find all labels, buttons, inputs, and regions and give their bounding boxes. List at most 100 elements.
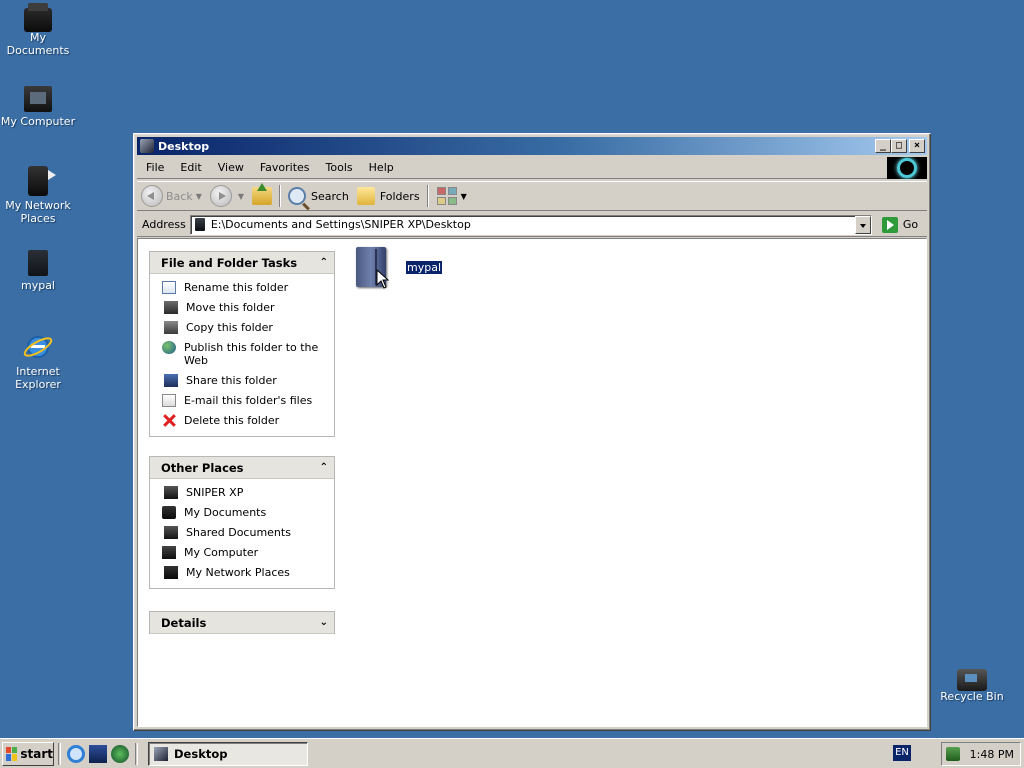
chevron-down-icon[interactable]: ⌄ bbox=[320, 617, 328, 628]
task-publish-folder[interactable]: Publish this folder to the Web bbox=[162, 341, 326, 367]
tray-app-icon[interactable] bbox=[946, 747, 960, 761]
task-label: Desktop bbox=[174, 746, 228, 761]
recycle-bin-icon bbox=[957, 669, 987, 691]
quicklaunch-media-player-icon[interactable] bbox=[111, 744, 129, 763]
taskbar-button-desktop[interactable]: Desktop bbox=[148, 741, 308, 766]
desktop-icon-label: My Documents bbox=[6, 31, 70, 57]
desktop-icon-label: Recycle Bin bbox=[940, 690, 1004, 703]
search-button[interactable]: Search bbox=[284, 183, 353, 209]
pane-header[interactable]: Other Places ⌃ bbox=[150, 457, 334, 479]
move-icon bbox=[164, 301, 178, 314]
task-label: Publish this folder to the Web bbox=[184, 341, 319, 367]
back-arrow-icon bbox=[141, 185, 163, 207]
task-share-folder[interactable]: Share this folder bbox=[162, 374, 326, 387]
taskbar-separator bbox=[58, 742, 61, 765]
taskbar: start Desktop EN 1:48 PM bbox=[0, 738, 1024, 768]
task-delete-folder[interactable]: Delete this folder bbox=[162, 414, 326, 427]
desktop-icon-recycle-bin[interactable]: Recycle Bin bbox=[934, 665, 1010, 703]
menu-view[interactable]: View bbox=[210, 161, 252, 174]
menu-edit[interactable]: Edit bbox=[172, 161, 209, 174]
task-label: Delete this folder bbox=[184, 414, 280, 427]
start-button[interactable]: start bbox=[2, 741, 54, 766]
go-label: Go bbox=[902, 218, 919, 231]
rename-icon bbox=[162, 281, 176, 294]
address-field[interactable]: E:\Documents and Settings\SNIPER XP\Desk… bbox=[189, 214, 872, 235]
file-folder-tasks-pane: File and Folder Tasks ⌃ Rename this fold… bbox=[149, 251, 335, 437]
up-folder-icon bbox=[252, 183, 273, 205]
pane-title: Details bbox=[161, 615, 207, 630]
menu-tools[interactable]: Tools bbox=[318, 161, 361, 174]
task-copy-folder[interactable]: Copy this folder bbox=[162, 321, 326, 334]
back-button[interactable]: Back ▼ bbox=[137, 183, 206, 209]
network-places-icon bbox=[164, 566, 178, 579]
chevron-up-icon[interactable]: ⌃ bbox=[320, 257, 328, 268]
language-indicator[interactable]: EN bbox=[893, 745, 911, 761]
maximize-button[interactable]: □ bbox=[891, 139, 907, 153]
clock[interactable]: 1:48 PM bbox=[970, 748, 1014, 761]
desktop-icon-my-computer[interactable]: My Computer bbox=[0, 86, 76, 128]
menu-file[interactable]: File bbox=[137, 161, 172, 174]
place-label: My Documents bbox=[184, 506, 267, 519]
desktop-icon-label: mypal bbox=[20, 279, 55, 292]
task-move-folder[interactable]: Move this folder bbox=[162, 301, 326, 314]
views-button[interactable]: ▼ bbox=[432, 183, 471, 209]
quicklaunch-show-desktop-icon[interactable] bbox=[89, 744, 107, 763]
place-label: My Network Places bbox=[186, 566, 290, 579]
title-bar[interactable]: Desktop _ □ × bbox=[137, 137, 927, 155]
place-my-network-places[interactable]: My Network Places bbox=[162, 566, 326, 579]
forward-button[interactable]: ▼ bbox=[206, 183, 248, 209]
folder-content-area[interactable]: File and Folder Tasks ⌃ Rename this fold… bbox=[137, 238, 927, 727]
minimize-button[interactable]: _ bbox=[875, 139, 891, 153]
task-label: Rename this folder bbox=[184, 281, 289, 294]
copy-icon bbox=[164, 321, 178, 334]
drive-icon bbox=[164, 486, 178, 499]
desktop-icon-label: Internet Explorer bbox=[15, 365, 61, 391]
taskbar-separator bbox=[135, 742, 138, 765]
desktop-icon-label: My Network Places bbox=[5, 199, 71, 225]
place-sniper-xp[interactable]: SNIPER XP bbox=[162, 486, 326, 499]
file-item-mypal[interactable]: mypal bbox=[356, 247, 444, 287]
my-documents-icon bbox=[24, 3, 52, 32]
globe-icon bbox=[162, 341, 176, 354]
address-dropdown-button[interactable] bbox=[854, 215, 871, 234]
folder-icon bbox=[194, 218, 205, 231]
task-email-files[interactable]: E-mail this folder's files bbox=[162, 394, 326, 407]
desktop-icon-mypal[interactable]: mypal bbox=[0, 250, 76, 292]
task-label: Copy this folder bbox=[186, 321, 273, 334]
pane-header[interactable]: Details ⌄ bbox=[150, 612, 334, 634]
forward-arrow-icon bbox=[209, 185, 232, 207]
toolbar-separator bbox=[279, 185, 282, 207]
quicklaunch-ie-icon[interactable] bbox=[67, 744, 85, 763]
pane-header[interactable]: File and Folder Tasks ⌃ bbox=[150, 252, 334, 274]
task-rename-folder[interactable]: Rename this folder bbox=[162, 281, 326, 294]
place-label: Shared Documents bbox=[186, 526, 291, 539]
menu-favorites[interactable]: Favorites bbox=[252, 161, 318, 174]
window-icon bbox=[154, 746, 168, 761]
place-my-computer[interactable]: My Computer bbox=[162, 546, 326, 559]
my-computer-icon bbox=[24, 86, 52, 112]
menu-help[interactable]: Help bbox=[361, 161, 402, 174]
email-icon bbox=[162, 394, 176, 407]
chevron-up-icon[interactable]: ⌃ bbox=[320, 462, 328, 473]
standard-toolbar: Back ▼ ▼ Search Folders ▼ bbox=[137, 181, 927, 211]
close-button[interactable]: × bbox=[909, 139, 925, 153]
desktop-icon-label: My Computer bbox=[0, 115, 76, 128]
file-name: mypal bbox=[404, 259, 444, 275]
views-icon bbox=[436, 186, 458, 206]
folders-button[interactable]: Folders bbox=[353, 183, 424, 209]
task-label: Move this folder bbox=[186, 301, 275, 314]
up-folder-button[interactable] bbox=[248, 183, 276, 209]
delete-icon bbox=[162, 414, 176, 427]
window-title: Desktop bbox=[158, 139, 210, 153]
desktop-icon-my-network-places[interactable]: My Network Places bbox=[0, 166, 76, 225]
start-label: start bbox=[20, 746, 53, 761]
desktop-icon-my-documents[interactable]: My Documents bbox=[0, 3, 76, 57]
chevron-down-icon: ▼ bbox=[460, 191, 467, 201]
place-my-documents[interactable]: My Documents bbox=[162, 506, 326, 519]
go-button[interactable]: Go bbox=[878, 215, 922, 235]
details-pane: Details ⌄ bbox=[149, 611, 335, 634]
place-shared-documents[interactable]: Shared Documents bbox=[162, 526, 326, 539]
desktop-icon-internet-explorer[interactable]: Internet Explorer bbox=[0, 330, 76, 391]
other-places-pane: Other Places ⌃ SNIPER XP My Documents Sh… bbox=[149, 456, 335, 589]
mouse-cursor-icon bbox=[376, 269, 390, 289]
